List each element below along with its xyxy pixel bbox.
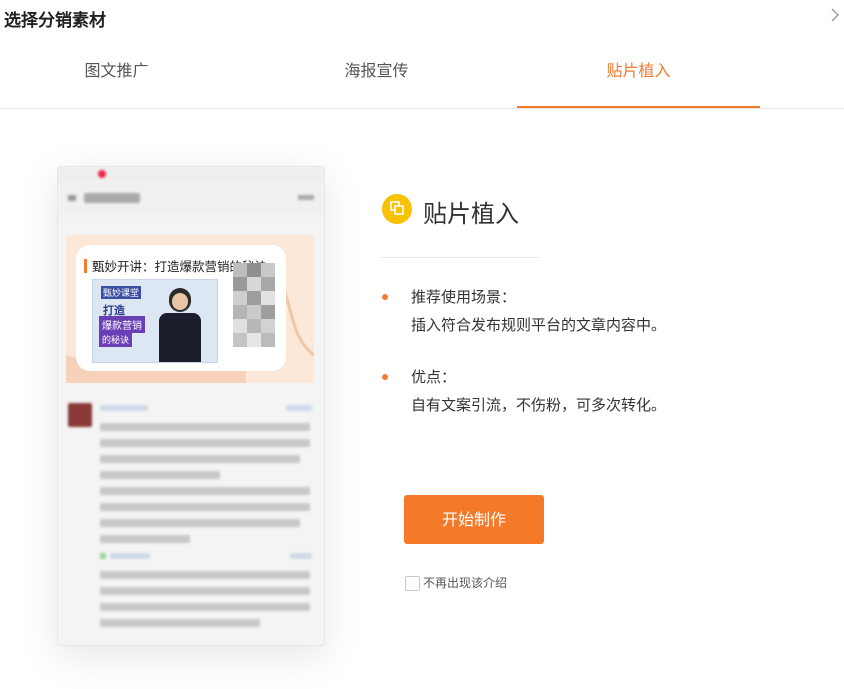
feature-title: 贴片植入 [423, 200, 519, 228]
blurred-article-content [58, 393, 324, 643]
dont-show-label[interactable]: 不再出现该介绍 [423, 574, 507, 591]
ad-thumbnail: 甄妙课堂 打造 爆款营销 的秘诀 [92, 279, 218, 363]
bullet-dot [382, 374, 388, 380]
thumb-text: 的秘诀 [99, 332, 133, 347]
qr-code [233, 263, 289, 369]
chevron-right-icon[interactable] [828, 6, 842, 24]
copy-icon [382, 194, 412, 224]
dialog-title: 选择分销素材 [4, 11, 106, 31]
advantage-label: 优点： [411, 368, 457, 386]
scenario-text: 插入符合发布规则平台的文章内容中。 [411, 316, 667, 334]
start-create-button[interactable]: 开始制作 [404, 495, 544, 544]
bullet-dot [382, 294, 388, 300]
dont-show-checkbox[interactable] [405, 576, 420, 591]
presenter-image [159, 313, 201, 362]
scenario-label: 推荐使用场景： [411, 288, 517, 306]
active-tab-indicator [517, 106, 760, 108]
phone-nav-bar [58, 181, 324, 215]
tab-insert-card[interactable]: 贴片植入 [517, 50, 760, 92]
tab-bar: 图文推广 海报宣传 贴片植入 [0, 50, 844, 109]
advantage-text: 自有文案引流，不伤粉，可多次转化。 [411, 396, 667, 414]
insert-card-preview: 甄妙开讲：打造爆款营销的秘诀 甄妙课堂 打造 爆款营销 的秘诀 [66, 235, 314, 383]
divider [381, 257, 539, 258]
phone-preview: 甄妙开讲：打造爆款营销的秘诀 甄妙课堂 打造 爆款营销 的秘诀 [57, 166, 325, 646]
phone-status-bar [58, 167, 324, 181]
tab-poster[interactable]: 海报宣传 [260, 50, 493, 92]
thumb-text: 甄妙课堂 [101, 286, 142, 299]
title-accent-bar [84, 259, 87, 273]
tab-graphic-promotion[interactable]: 图文推广 [0, 50, 233, 92]
thumb-text: 爆款营销 [99, 316, 145, 333]
